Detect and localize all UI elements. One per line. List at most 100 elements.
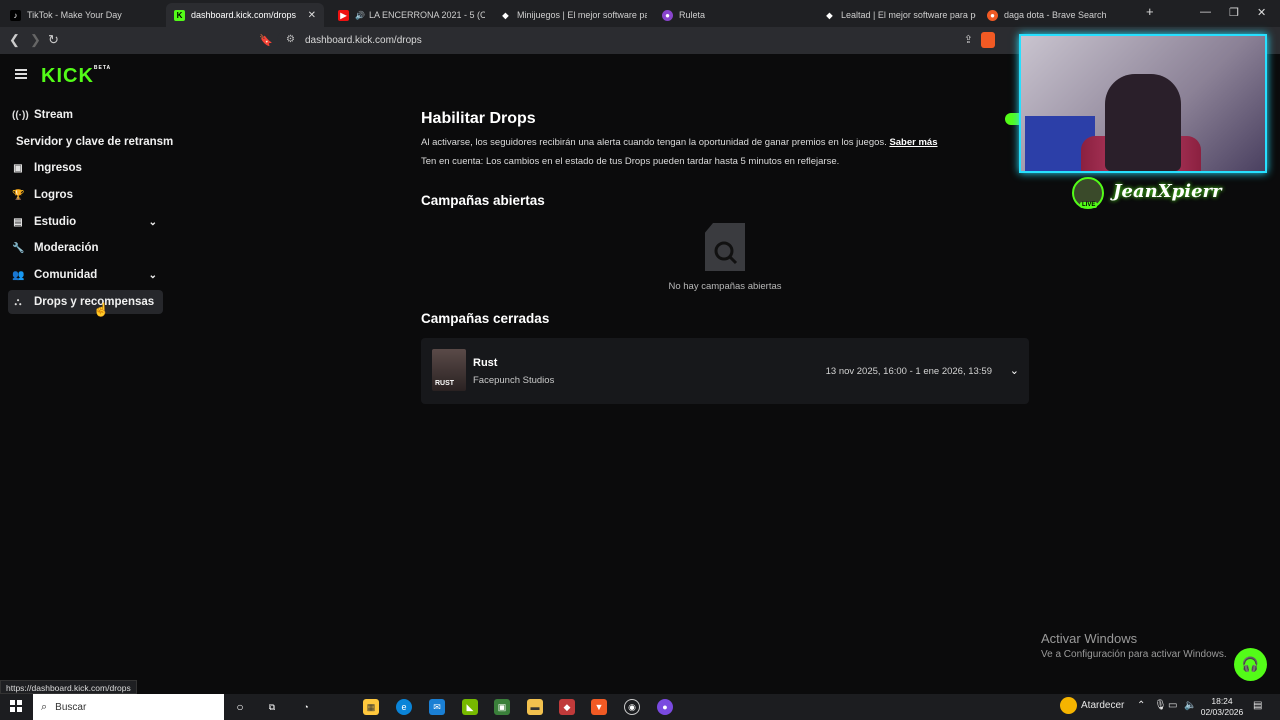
live-badge: LIVE: [1080, 202, 1098, 208]
activate-title: Activar Windows: [1041, 631, 1138, 646]
forward-button[interactable]: ❯: [30, 32, 41, 48]
wrench-icon: 🔧: [12, 242, 25, 254]
help-chat-button[interactable]: 🎧: [1234, 648, 1267, 681]
tab-label: dashboard.kick.com/drops: [191, 10, 297, 20]
address-bar[interactable]: ⚙ dashboard.kick.com/drops ⇪: [277, 30, 999, 51]
trophy-icon: 🏆: [12, 189, 25, 201]
tab-youtube[interactable]: ▶ 🔊 LA ENCERRONA 2021 - 5 (Coche: [330, 3, 485, 27]
campaign-game-name: Rust: [473, 357, 498, 369]
chevron-down-icon: ⌄: [148, 269, 157, 281]
windows-activation-watermark: Activar Windows Ve a Configuración para …: [1041, 631, 1227, 660]
windows-start-icon[interactable]: [10, 700, 22, 712]
broadcast-icon: ((·)): [12, 109, 29, 121]
sidebar-item-label: Ingresos: [34, 162, 82, 174]
store-icon[interactable]: ▦: [363, 699, 379, 715]
youtube-icon: ▶: [338, 9, 349, 21]
sidebar-item-server-key[interactable]: Servidor y clave de retransm: [16, 130, 176, 154]
search-placeholder: Buscar: [55, 701, 87, 713]
app-icon[interactable]: ◆: [559, 699, 575, 715]
microphone-icon[interactable]: 🎙: [1154, 700, 1167, 711]
chevron-down-icon: ⌄: [148, 216, 157, 228]
empty-campaigns-text: No hay campañas abiertas: [668, 281, 782, 292]
back-button[interactable]: ❮: [9, 32, 20, 48]
taskbar-clock[interactable]: 18:24 02/03/2026: [1197, 696, 1247, 718]
close-icon[interactable]: ✕: [308, 10, 316, 21]
restore-button[interactable]: ❐: [1229, 6, 1239, 19]
nvidia-icon[interactable]: ◣: [462, 699, 478, 715]
chevron-up-icon[interactable]: ⌃: [1137, 700, 1145, 711]
task-view-icon[interactable]: ⧉: [264, 699, 280, 715]
closed-campaigns-heading: Campañas cerradas: [421, 311, 550, 326]
brave-icon[interactable]: ▼: [591, 699, 607, 715]
chevron-down-icon[interactable]: ⌄: [1010, 364, 1019, 377]
campaign-card[interactable]: RUST Rust Facepunch Studios 13 nov 2025,…: [421, 338, 1029, 404]
app-icon[interactable]: ●: [657, 699, 673, 715]
tab-kick-drops[interactable]: K dashboard.kick.com/drops ✕: [166, 3, 324, 27]
wallet-icon: ▣: [13, 162, 23, 174]
drops-note: Ten en cuenta: Los cambios en el estado …: [421, 156, 840, 167]
edge-icon[interactable]: e: [396, 699, 412, 715]
app-icon[interactable]: ▣: [494, 699, 510, 715]
kick-logo[interactable]: KICKBETA: [41, 65, 111, 88]
minimize-button[interactable]: —: [1200, 6, 1211, 18]
headset-icon: 🎧: [1241, 656, 1260, 672]
network-icon[interactable]: ▭: [1168, 700, 1177, 711]
notifications-icon[interactable]: ▤: [1253, 700, 1262, 711]
bookmark-icon[interactable]: 🔖: [259, 34, 273, 47]
tab-label: Lealtad | El mejor software para pote: [841, 10, 976, 20]
url-text: dashboard.kick.com/drops: [305, 35, 422, 46]
taskbar-search[interactable]: ⌕ Buscar: [33, 694, 224, 720]
kick-icon: K: [174, 9, 185, 21]
menu-icon[interactable]: [15, 69, 27, 79]
windows-taskbar: ⌕ Buscar ○ ⧉ ◔ ▦ e ✉ ◣ ▣ ▬ ◆ ▼ ◉ ● Atard…: [0, 694, 1280, 720]
tab-minijuegos[interactable]: ◆ Minijuegos | El mejor software para j: [492, 3, 647, 27]
tab-lealtad[interactable]: ◆ Lealtad | El mejor software para pote: [816, 3, 976, 27]
sidebar-item-label: Comunidad: [34, 269, 98, 281]
weather-text[interactable]: Atardecer: [1081, 700, 1124, 711]
speedometer-icon[interactable]: ◔: [298, 699, 314, 715]
tab-ruleta[interactable]: ● Ruleta: [654, 3, 804, 27]
tab-brave-search[interactable]: ● daga dota - Brave Search: [979, 3, 1129, 27]
volume-icon[interactable]: 🔈: [1184, 700, 1196, 711]
tiktok-icon: ♪: [10, 9, 21, 21]
sidebar-item-moderacion[interactable]: 🔧 Moderación: [8, 236, 163, 260]
status-bar-url: https://dashboard.kick.com/drops: [0, 680, 137, 694]
learn-more-link[interactable]: Saber más: [889, 137, 937, 148]
webcam-overlay: [1019, 34, 1267, 173]
campaign-dates: 13 nov 2025, 16:00 - 1 ene 2026, 13:59: [825, 366, 992, 377]
sidebar-item-label: Logros: [34, 189, 73, 201]
sidebar-item-ingresos[interactable]: ▣ Ingresos: [8, 156, 163, 180]
reload-button[interactable]: ↻: [48, 32, 59, 48]
mouse-cursor-icon: ☝: [93, 302, 110, 317]
sidebar-item-logros[interactable]: 🏆 Logros: [8, 183, 163, 207]
cortana-icon[interactable]: ○: [232, 699, 248, 715]
sidebar-item-estudio[interactable]: ▤ Estudio ⌄: [8, 210, 163, 234]
activate-subtitle: Ve a Configuración para activar Windows.: [1041, 649, 1227, 660]
close-window-button[interactable]: ✕: [1257, 6, 1266, 19]
weather-icon[interactable]: [1060, 697, 1077, 714]
diamond-icon: ◆: [826, 10, 833, 20]
sidebar-item-label: Stream: [34, 109, 73, 121]
new-tab-button[interactable]: +: [1146, 4, 1154, 19]
studio-icon: ▤: [13, 216, 23, 228]
obs-icon[interactable]: ◉: [624, 699, 640, 715]
sidebar-item-label: Servidor y clave de retransm: [16, 136, 174, 148]
tab-label: Minijuegos | El mejor software para j: [517, 10, 647, 20]
brave-shields-icon[interactable]: [981, 32, 995, 48]
share-icon[interactable]: ⇪: [964, 33, 973, 46]
sidebar-item-comunidad[interactable]: 👥 Comunidad ⌄: [8, 263, 163, 287]
sidebar-item-stream[interactable]: ((·)) Stream: [8, 103, 163, 127]
people-icon: 👥: [12, 269, 25, 281]
folder-icon[interactable]: ▬: [527, 699, 543, 715]
sidebar-item-drops[interactable]: ⛬ Drops y recompensas: [8, 290, 163, 314]
tab-label: daga dota - Brave Search: [1004, 10, 1107, 20]
description-text: Al activarse, los seguidores recibirán u…: [421, 137, 887, 148]
diamond-icon: ◆: [502, 10, 509, 20]
site-info-icon[interactable]: ⚙: [286, 34, 295, 45]
tab-tiktok[interactable]: ♪ TikTok - Make Your Day: [2, 3, 162, 27]
ruleta-icon: ●: [662, 9, 673, 21]
streamer-name: JeanXpierr: [1113, 181, 1222, 202]
tab-label: TikTok - Make Your Day: [27, 10, 122, 20]
sidebar-item-label: Moderación: [34, 242, 99, 254]
mail-icon[interactable]: ✉: [429, 699, 445, 715]
